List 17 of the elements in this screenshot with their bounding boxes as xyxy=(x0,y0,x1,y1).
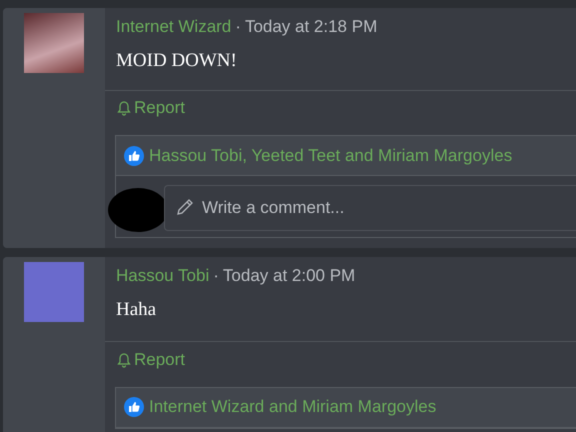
post-message: MOID DOWN! xyxy=(116,50,238,72)
avatar-photo-placeholder xyxy=(24,262,84,322)
report-link[interactable]: Report xyxy=(115,90,186,118)
comment-field[interactable]: Write a comment... xyxy=(164,184,576,230)
separator-dot: · xyxy=(213,266,219,285)
separator-dot: · xyxy=(235,17,241,36)
report-link[interactable]: Report xyxy=(115,342,186,370)
bell-icon xyxy=(117,352,131,368)
avatar-photo-placeholder xyxy=(24,13,84,73)
author-link[interactable]: Hassou Tobi xyxy=(116,266,210,285)
thumbs-up-icon xyxy=(124,397,144,417)
author-link[interactable]: Internet Wizard xyxy=(116,17,232,36)
post-time: Today at 2:18 PM xyxy=(244,17,378,36)
bell-icon xyxy=(117,100,131,116)
post-time: Today at 2:00 PM xyxy=(222,266,356,285)
post-message: Haha xyxy=(116,299,158,321)
thumbs-up-icon xyxy=(124,146,144,166)
